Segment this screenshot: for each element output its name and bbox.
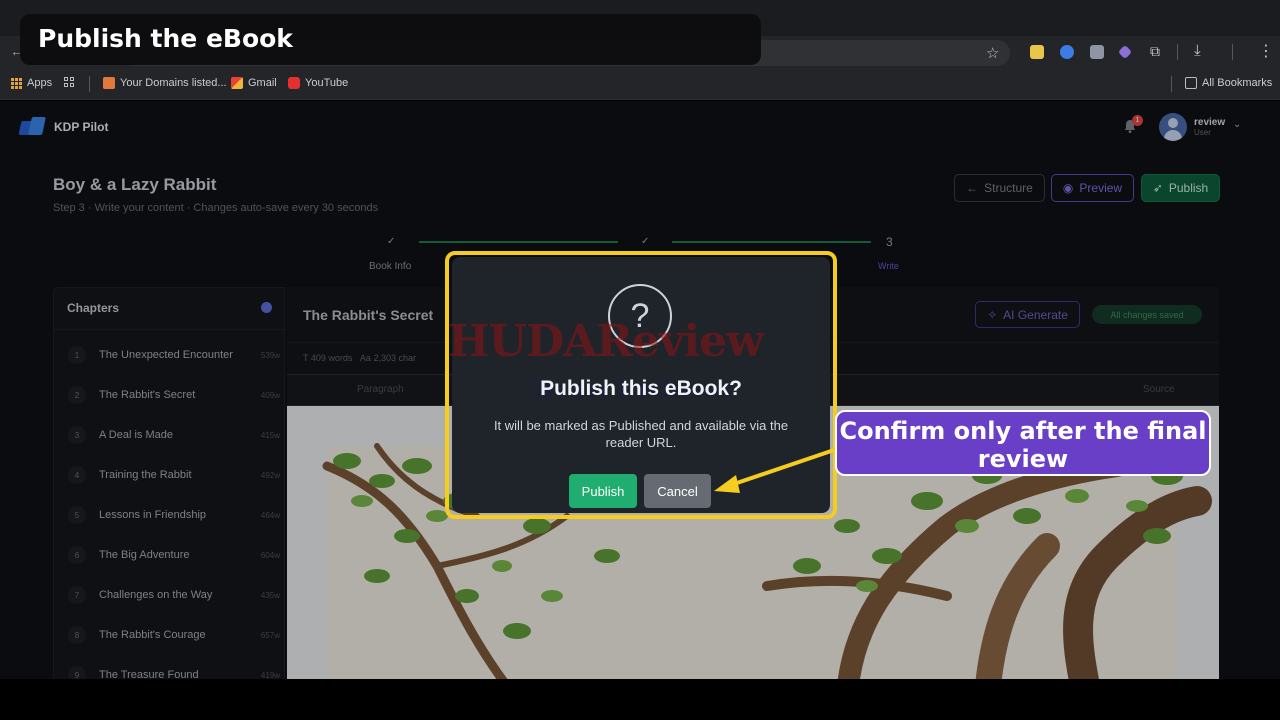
bookmark-star-icon[interactable]: ☆ bbox=[986, 44, 999, 62]
folder-icon bbox=[1185, 77, 1197, 89]
toolbar-divider bbox=[1232, 44, 1233, 60]
browser-menu-icon[interactable]: ⋮ bbox=[1258, 41, 1274, 61]
tab-groups-button[interactable] bbox=[64, 77, 74, 87]
apps-grid-icon bbox=[11, 77, 22, 89]
domains-favicon-icon bbox=[103, 77, 115, 89]
extension-icon[interactable] bbox=[1090, 45, 1104, 59]
gmail-icon bbox=[231, 77, 243, 89]
confirm-publish-button[interactable]: Publish bbox=[569, 474, 637, 508]
download-icon[interactable]: ⤓ bbox=[1194, 42, 1201, 59]
bookmark-apps[interactable]: Apps bbox=[11, 77, 52, 89]
bookmark-label: All Bookmarks bbox=[1202, 77, 1273, 89]
all-bookmarks[interactable]: All Bookmarks bbox=[1185, 77, 1272, 89]
extension-icon[interactable] bbox=[1030, 45, 1044, 59]
bottom-bar bbox=[0, 679, 1280, 720]
grid-icon bbox=[64, 77, 74, 87]
bookmarks-divider bbox=[89, 76, 90, 92]
bookmark-label: Your Domains listed... bbox=[120, 77, 227, 89]
bookmark-domains[interactable]: Your Domains listed... bbox=[103, 77, 227, 89]
callout-arrow bbox=[714, 446, 842, 493]
bookmark-label: YouTube bbox=[305, 77, 349, 89]
instruction-callout: Confirm only after the final review bbox=[835, 410, 1211, 476]
youtube-icon bbox=[288, 77, 300, 89]
dialog-title: Publish this eBook? bbox=[540, 377, 742, 400]
extension-icon[interactable] bbox=[1060, 45, 1074, 59]
bookmark-gmail[interactable]: Gmail bbox=[231, 77, 277, 89]
toolbar-divider bbox=[1177, 44, 1178, 60]
watermark: HUDAReview bbox=[448, 316, 764, 367]
bookmarks-divider bbox=[1171, 76, 1172, 92]
bookmark-label: Gmail bbox=[248, 77, 277, 89]
bookmark-youtube[interactable]: YouTube bbox=[288, 77, 348, 89]
tutorial-title: Publish the eBook bbox=[38, 24, 293, 53]
bookmark-label: Apps bbox=[27, 77, 53, 89]
extensions-puzzle-icon[interactable]: ⧉ bbox=[1150, 43, 1160, 60]
